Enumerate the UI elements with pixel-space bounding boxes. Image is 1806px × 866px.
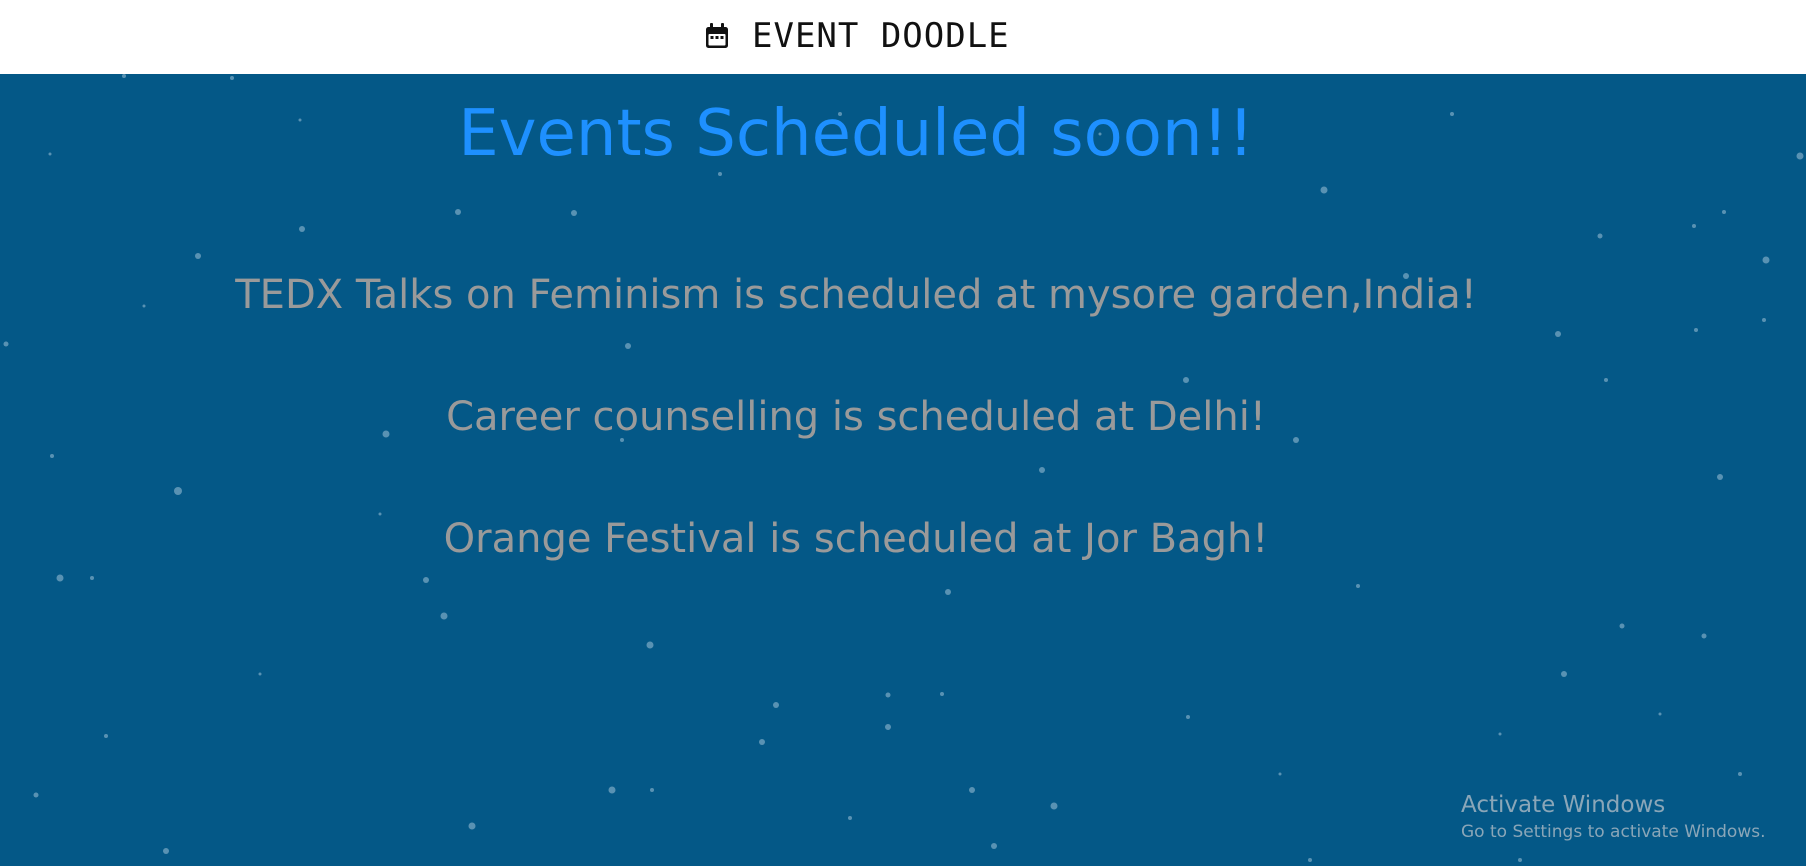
- star-dot: [848, 816, 852, 820]
- star-dot: [1518, 858, 1522, 862]
- star-dot: [1722, 210, 1726, 214]
- star-dot: [299, 226, 305, 232]
- star-dot: [1762, 318, 1766, 322]
- star-dot: [1278, 772, 1282, 776]
- star-dot: [1320, 186, 1328, 194]
- star-dot: [1050, 802, 1058, 810]
- activation-watermark: Activate Windows Go to Settings to activ…: [1461, 790, 1766, 844]
- star-dot: [163, 848, 169, 854]
- star-dot: [1717, 474, 1723, 480]
- watermark-title: Activate Windows: [1461, 792, 1666, 818]
- page-title: Events Scheduled soon!!: [458, 97, 1254, 171]
- star-dot: [33, 792, 39, 798]
- star-dot: [455, 209, 461, 215]
- star-dot: [650, 788, 654, 792]
- star-dot: [885, 724, 891, 730]
- brand-title: EVENT DOODLE: [752, 16, 1010, 56]
- star-dot: [608, 786, 616, 794]
- calendar-icon: [706, 23, 728, 48]
- star-dot: [885, 692, 891, 698]
- brand[interactable]: EVENT DOODLE: [704, 14, 1010, 58]
- top-navbar: EVENT DOODLE: [0, 0, 1806, 74]
- star-dot: [1796, 152, 1804, 160]
- star-dot: [1561, 671, 1567, 677]
- star-dot: [1498, 732, 1502, 736]
- star-dot: [1308, 858, 1312, 862]
- star-dot: [122, 74, 126, 78]
- star-dot: [759, 739, 765, 745]
- events-section: Events Scheduled soon!! TEDX Talks on Fe…: [0, 74, 1806, 866]
- star-dot: [258, 672, 262, 676]
- event-item: Orange Festival is scheduled at Jor Bagh…: [443, 516, 1269, 562]
- star-dot: [1692, 224, 1696, 228]
- star-dot: [1762, 256, 1770, 264]
- star-dot: [468, 822, 476, 830]
- star-dot: [940, 692, 944, 696]
- star-dot: [571, 210, 577, 216]
- event-item: TEDX Talks on Feminism is scheduled at m…: [235, 272, 1477, 318]
- star-dot: [969, 787, 975, 793]
- star-dot: [646, 641, 654, 649]
- star-dot: [1186, 715, 1190, 719]
- star-dot: [1738, 772, 1742, 776]
- star-dot: [230, 76, 234, 80]
- event-item: Career counselling is scheduled at Delhi…: [446, 394, 1266, 440]
- event-list: TEDX Talks on Feminism is scheduled at m…: [0, 270, 1712, 636]
- star-dot: [773, 702, 779, 708]
- star-dot: [991, 843, 997, 849]
- star-dot: [1658, 712, 1662, 716]
- watermark-subtitle: Go to Settings to activate Windows.: [1461, 822, 1766, 842]
- star-dot: [104, 734, 108, 738]
- star-dot: [195, 253, 201, 259]
- star-dot: [1597, 233, 1603, 239]
